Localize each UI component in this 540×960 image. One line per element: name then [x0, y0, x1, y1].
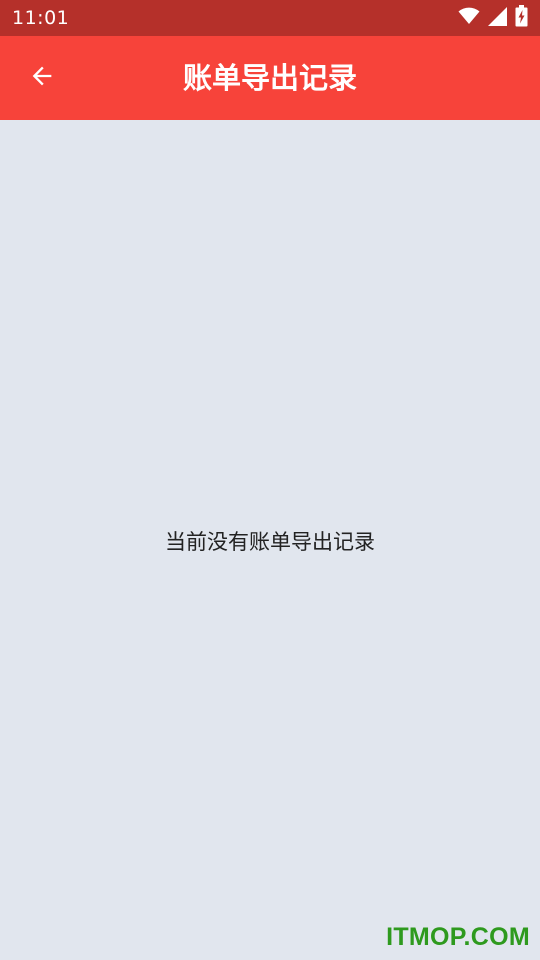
status-time: 11:01 — [12, 7, 70, 29]
page-title: 账单导出记录 — [182, 61, 357, 95]
signal-icon — [488, 6, 507, 30]
empty-state-message: 当前没有账单导出记录 — [165, 530, 375, 554]
wifi-icon — [458, 7, 480, 29]
status-icons — [458, 0, 528, 36]
watermark: ITMOP.COM — [386, 923, 530, 951]
status-bar: 11:01 — [0, 0, 540, 36]
app-bar: 账单导出记录 — [0, 36, 540, 120]
content-area: 当前没有账单导出记录 — [0, 120, 540, 960]
battery-charging-icon — [515, 5, 528, 31]
